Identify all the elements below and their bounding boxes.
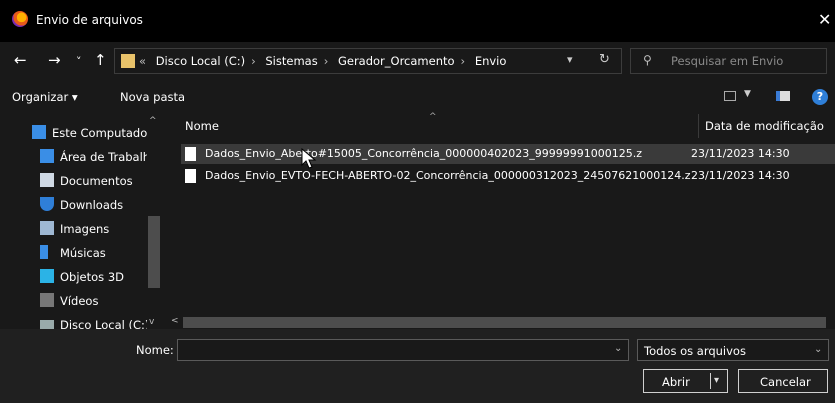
- mouse-cursor-icon: [301, 148, 317, 169]
- sidebar-item-documentos[interactable]: Documentos: [0, 168, 147, 192]
- title-bar: Envio de arquivos ✕: [0, 0, 835, 42]
- view-options-icon[interactable]: [724, 91, 736, 101]
- file-icon: [185, 169, 196, 183]
- search-box[interactable]: ⚲ Pesquisar em Envio: [630, 48, 827, 74]
- sidebar-item-downloads[interactable]: Downloads: [0, 192, 147, 216]
- sidebar-item-label: Área de Trabalho: [60, 150, 147, 164]
- address-bar[interactable]: « Disco Local (C:) › Sistemas › Gerador_Or…: [114, 48, 622, 74]
- file-list: Nome ^ Data de modificação Dados_Envio_A…: [161, 112, 835, 329]
- music-icon: [40, 245, 48, 259]
- cancel-button-label: Cancelar: [760, 375, 811, 389]
- open-button-label: Abrir: [662, 375, 690, 389]
- filename-field[interactable]: [177, 339, 629, 361]
- sidebar-item-disco-local[interactable]: Disco Local (C:): [0, 312, 147, 329]
- sidebar-item-area-de-trabalho[interactable]: Área de Trabalho: [0, 144, 147, 168]
- column-divider[interactable]: [698, 114, 699, 138]
- sidebar-item-videos[interactable]: Vídeos: [0, 288, 147, 312]
- breadcrumb: « Disco Local (C:) › Sistemas › Gerador_Or…: [139, 54, 507, 68]
- up-button[interactable]: ↑: [94, 51, 107, 69]
- sidebar-item-objetos-3d[interactable]: Objetos 3D: [0, 264, 147, 288]
- file-name: Dados_Envio_EVTO-FECH-ABERTO-02_Concorrê…: [205, 169, 691, 182]
- dialog-footer: Nome: ⌄ Todos os arquivos ⌄ Abrir ▾ Canc…: [0, 329, 835, 403]
- navigation-pane: Este Computador Área de Trabalho Documen…: [0, 114, 147, 329]
- videos-icon: [40, 293, 54, 307]
- sort-arrow-icon: ^: [429, 112, 437, 122]
- preview-pane-icon[interactable]: [776, 91, 790, 101]
- objects-3d-icon: [40, 269, 54, 283]
- open-button[interactable]: Abrir ▾: [643, 369, 728, 393]
- filename-label: Nome:: [136, 343, 174, 357]
- file-name: Dados_Envio_Aberto#15005_Concorrência_00…: [205, 147, 643, 160]
- sidebar-item-label: Músicas: [60, 246, 106, 260]
- breadcrumb-overflow[interactable]: «: [139, 54, 146, 68]
- sidebar-item-label: Disco Local (C:): [60, 318, 147, 329]
- split-divider: [710, 373, 711, 389]
- sidebar-item-label: Este Computador: [52, 126, 147, 140]
- horizontal-scrollbar[interactable]: <: [161, 316, 835, 329]
- computer-icon: [32, 125, 46, 139]
- refresh-icon[interactable]: ↻: [599, 52, 610, 67]
- column-header-name[interactable]: Nome: [185, 114, 219, 138]
- breadcrumb-item[interactable]: Sistemas: [265, 54, 317, 68]
- organize-button[interactable]: Organizar ▾: [12, 90, 78, 104]
- sidebar-item-imagens[interactable]: Imagens: [0, 216, 147, 240]
- chevron-down-icon[interactable]: ▾: [567, 53, 573, 66]
- chevron-down-icon[interactable]: ▼: [744, 89, 751, 99]
- scrollbar-thumb[interactable]: [183, 317, 826, 328]
- sidebar-item-label: Downloads: [60, 198, 124, 212]
- drive-icon: [40, 320, 54, 329]
- file-row[interactable]: Dados_Envio_EVTO-FECH-ABERTO-02_Concorrê…: [181, 166, 835, 186]
- desktop-icon: [40, 149, 54, 163]
- search-placeholder: Pesquisar em Envio: [671, 54, 784, 68]
- file-date: 23/11/2023 14:30: [691, 169, 790, 182]
- chevron-left-icon[interactable]: <: [171, 316, 179, 326]
- breadcrumb-item[interactable]: Envio: [475, 54, 507, 68]
- file-icon: [185, 147, 196, 161]
- file-row[interactable]: Dados_Envio_Aberto#15005_Concorrência_00…: [181, 144, 835, 164]
- firefox-icon: [12, 11, 28, 27]
- new-folder-button[interactable]: Nova pasta: [120, 90, 185, 104]
- back-button[interactable]: ←: [14, 51, 27, 69]
- sidebar-item-label: Documentos: [60, 174, 133, 188]
- navigation-bar: ← → ˅ ↑ « Disco Local (C:) › Sistemas › Ge…: [0, 42, 835, 80]
- forward-button[interactable]: →: [48, 51, 61, 69]
- breadcrumb-item[interactable]: Gerador_Orcamento: [338, 54, 455, 68]
- scrollbar-thumb[interactable]: [148, 216, 160, 288]
- cancel-button[interactable]: Cancelar: [738, 369, 828, 393]
- file-type-select[interactable]: Todos os arquivos ⌄: [637, 339, 829, 361]
- chevron-up-icon[interactable]: ^: [149, 116, 157, 126]
- sidebar-item-musicas[interactable]: Músicas: [0, 240, 147, 264]
- sidebar-scrollbar[interactable]: ^ v: [147, 114, 161, 329]
- search-icon: ⚲: [643, 53, 652, 67]
- file-type-value: Todos os arquivos: [644, 344, 746, 358]
- file-date: 23/11/2023 14:30: [691, 147, 790, 160]
- close-button[interactable]: ✕: [818, 10, 831, 29]
- command-toolbar: Organizar ▾ Nova pasta ▼ ?: [0, 80, 835, 114]
- sidebar-item-este-computador[interactable]: Este Computador: [0, 120, 147, 144]
- help-icon[interactable]: ?: [812, 89, 828, 105]
- window-title: Envio de arquivos: [36, 13, 143, 27]
- recent-locations-button[interactable]: ˅: [76, 53, 82, 71]
- pictures-icon: [40, 221, 54, 235]
- chevron-down-icon[interactable]: ▾: [714, 375, 719, 386]
- sidebar-item-label: Vídeos: [60, 294, 99, 308]
- documents-icon: [40, 173, 54, 187]
- column-header-date[interactable]: Data de modificação: [705, 114, 824, 138]
- chevron-down-icon[interactable]: ⌄: [614, 343, 622, 354]
- downloads-icon: [40, 197, 54, 211]
- chevron-down-icon[interactable]: v: [149, 317, 154, 327]
- folder-icon: [121, 54, 135, 68]
- sidebar-item-label: Objetos 3D: [60, 270, 124, 284]
- chevron-down-icon: ⌄: [814, 344, 823, 355]
- sidebar-item-label: Imagens: [60, 222, 110, 236]
- breadcrumb-item[interactable]: Disco Local (C:): [156, 54, 245, 68]
